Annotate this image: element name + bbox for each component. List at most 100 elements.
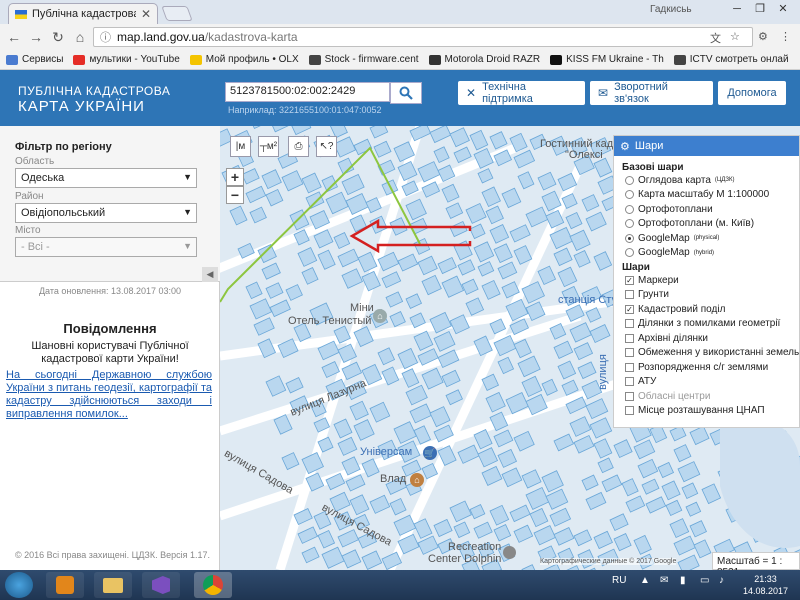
bookmark-item[interactable]: Stock - firmware.cent — [308, 54, 419, 65]
parcel[interactable] — [465, 202, 487, 224]
base-layer-option[interactable]: Оглядова карта (ЦДЗК) — [625, 173, 799, 188]
parcel[interactable] — [557, 266, 578, 288]
parcel[interactable] — [405, 293, 423, 309]
parcel[interactable] — [477, 261, 495, 277]
overlay-layer-option[interactable]: АТУ — [625, 375, 799, 390]
parcel[interactable] — [545, 488, 569, 510]
parcel[interactable] — [573, 342, 594, 361]
parcel[interactable] — [569, 322, 592, 343]
parcel[interactable] — [553, 340, 574, 359]
parcel[interactable] — [569, 416, 592, 437]
menu-icon[interactable]: ⋮ — [780, 30, 791, 43]
radio-button[interactable] — [625, 233, 634, 243]
parcel[interactable] — [353, 138, 373, 156]
parcel[interactable] — [537, 171, 557, 191]
address-bar[interactable]: ⓘ map.land.gov.ua/kadastrova-karta — [93, 27, 753, 47]
parcel[interactable] — [377, 347, 396, 366]
help-button[interactable]: Допомога — [718, 81, 786, 105]
parcel[interactable] — [513, 338, 532, 359]
parcel[interactable] — [301, 267, 319, 285]
overlay-layer-option[interactable]: Місце розташування ЦНАП — [625, 404, 799, 419]
parcel[interactable] — [661, 480, 681, 501]
parcel[interactable] — [349, 494, 370, 516]
parcel[interactable] — [457, 444, 480, 464]
parcel[interactable] — [457, 259, 476, 276]
poi-marker-icon[interactable] — [503, 546, 516, 559]
parcel[interactable] — [249, 126, 269, 130]
language-indicator[interactable]: RU — [612, 575, 626, 586]
parcel[interactable] — [537, 265, 557, 286]
parcel[interactable] — [397, 253, 419, 272]
overlay-layer-option[interactable]: Архівні ділянки — [625, 331, 799, 346]
parcel[interactable] — [481, 279, 501, 300]
parcel[interactable] — [633, 439, 656, 460]
parcel[interactable] — [481, 465, 503, 486]
bookmark-item[interactable]: Motorola Droid RAZR — [428, 54, 540, 65]
checkbox[interactable] — [625, 319, 634, 329]
parcel[interactable] — [241, 168, 260, 185]
parcel[interactable] — [641, 478, 660, 495]
parcel[interactable] — [337, 529, 360, 548]
home-icon[interactable]: ⌂ — [72, 29, 88, 45]
start-button[interactable] — [5, 572, 33, 598]
parcel[interactable] — [373, 140, 392, 158]
bookmark-star-icon[interactable]: ☆ — [730, 30, 740, 43]
translate-icon[interactable]: 文 — [710, 30, 721, 46]
reload-icon[interactable]: ↻ — [50, 29, 66, 45]
parcel[interactable] — [581, 474, 599, 491]
taskbar-explorer[interactable] — [94, 572, 132, 598]
collapse-panel-button[interactable]: ◀ — [202, 267, 218, 282]
parcel[interactable] — [517, 355, 541, 378]
radio-button[interactable] — [625, 248, 634, 258]
parcel[interactable] — [369, 401, 391, 423]
parcel[interactable] — [421, 274, 442, 296]
extension-icon[interactable]: ⚙ — [758, 30, 768, 43]
parcel[interactable] — [553, 247, 573, 267]
bookmark-item[interactable]: ICTV смотреть онлай — [673, 54, 789, 65]
parcel[interactable] — [469, 129, 489, 151]
tray-arrow-icon[interactable]: ▲ — [640, 575, 650, 586]
parcel[interactable] — [349, 400, 369, 421]
parcel[interactable] — [685, 501, 702, 517]
parcel[interactable] — [421, 367, 444, 390]
parcel[interactable] — [229, 205, 248, 226]
parcel[interactable] — [521, 375, 543, 398]
parcel[interactable] — [677, 461, 701, 483]
checkbox[interactable] — [625, 333, 634, 343]
parcel[interactable] — [493, 243, 513, 264]
parcel[interactable] — [453, 146, 472, 164]
taskbar-media-player[interactable] — [46, 572, 84, 598]
parcel[interactable] — [305, 191, 325, 209]
parcel[interactable] — [541, 470, 564, 493]
volume-icon[interactable]: ♪ — [719, 575, 724, 586]
overlay-layer-option[interactable]: ✓ Кадастровий поділ — [625, 302, 799, 317]
new-tab-button[interactable] — [161, 6, 193, 21]
network-icon[interactable]: ▮ — [680, 575, 686, 586]
radio-button[interactable] — [625, 175, 634, 185]
taskbar-chrome[interactable] — [194, 572, 232, 598]
radio-button[interactable] — [625, 219, 634, 229]
parcel[interactable] — [633, 534, 652, 555]
support-button[interactable]: ✕ Технічна підтримка — [458, 81, 585, 105]
checkbox[interactable] — [625, 290, 634, 300]
parcel[interactable] — [513, 524, 534, 543]
parcel[interactable] — [593, 530, 613, 550]
parcel[interactable] — [597, 457, 614, 474]
print-icon[interactable]: ⎙ — [288, 136, 309, 157]
parcel[interactable] — [689, 520, 707, 538]
parcel[interactable] — [253, 317, 275, 336]
parcel[interactable] — [265, 188, 284, 207]
parcel[interactable] — [573, 434, 595, 454]
parcel[interactable] — [433, 146, 450, 164]
parcel[interactable] — [469, 223, 486, 240]
parcel[interactable] — [289, 126, 312, 136]
parcel[interactable] — [577, 361, 597, 380]
bookmark-item[interactable]: Сервисы — [6, 54, 63, 65]
parcel[interactable] — [469, 504, 486, 520]
shop-marker-icon[interactable]: 🛒 — [423, 446, 437, 460]
cadastral-search-input[interactable]: 5123781500:02:002:2429 — [225, 82, 390, 102]
parcel[interactable] — [573, 529, 593, 547]
parcel[interactable] — [249, 298, 273, 320]
parcel[interactable] — [269, 126, 290, 133]
checkbox[interactable] — [625, 391, 634, 401]
